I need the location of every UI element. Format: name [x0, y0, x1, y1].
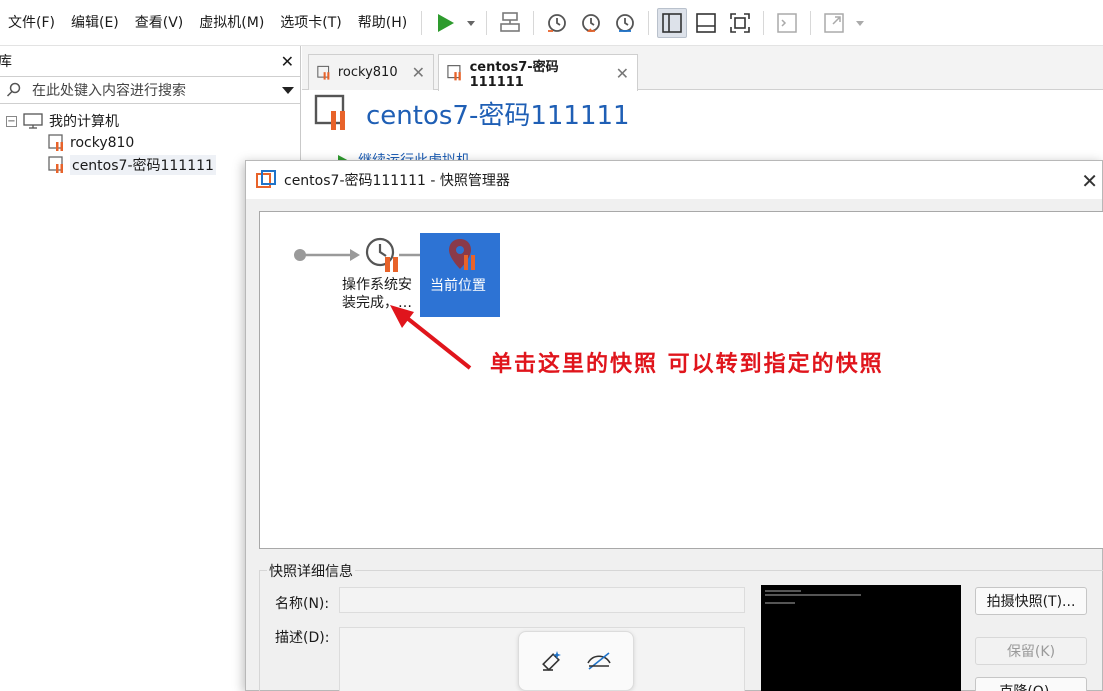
- send-keys-icon[interactable]: [495, 8, 525, 38]
- name-field[interactable]: [339, 587, 745, 613]
- toolbar-separator: [421, 10, 423, 35]
- toolbar-separator: [648, 10, 650, 35]
- play-icon[interactable]: [430, 8, 460, 38]
- location-pin-icon: [449, 239, 475, 270]
- dropdown-arrow-icon[interactable]: [464, 8, 478, 38]
- menu-view[interactable]: 查看(V): [127, 0, 192, 46]
- vm-icon: [447, 65, 461, 81]
- toolbar-separator: [763, 10, 765, 35]
- vm-icon: [48, 156, 63, 173]
- search-icon: [6, 82, 21, 97]
- console-view-icon[interactable]: [691, 8, 721, 38]
- dropdown-arrow-icon[interactable]: [853, 8, 867, 38]
- dialog-title: centos7-密码111111 - 快照管理器: [284, 173, 510, 189]
- snapshot-label-line1: 操作系统安: [342, 277, 412, 293]
- tab-centos7[interactable]: centos7-密码111111 ✕: [438, 54, 638, 91]
- tree-item-vm[interactable]: rocky810: [0, 132, 300, 154]
- current-position-label: 当前位置: [430, 278, 486, 294]
- snapshot-clock-icon: [365, 237, 398, 272]
- menu-help[interactable]: 帮助(H): [350, 0, 415, 46]
- search-placeholder: 在此处键入内容进行搜索: [32, 83, 186, 99]
- close-icon[interactable]: ✕: [1081, 169, 1098, 193]
- tree-label: 我的计算机: [49, 114, 119, 130]
- fullscreen-icon[interactable]: [725, 8, 755, 38]
- dialog-titlebar[interactable]: centos7-密码111111 - 快照管理器 ✕: [246, 161, 1102, 199]
- details-title: 快照详细信息: [267, 561, 355, 581]
- close-icon[interactable]: ✕: [616, 64, 629, 83]
- library-search[interactable]: 在此处键入内容进行搜索: [0, 76, 300, 104]
- close-icon[interactable]: ✕: [281, 52, 294, 71]
- take-snapshot-icon[interactable]: [542, 8, 572, 38]
- tab-label: centos7-密码111111: [469, 60, 559, 90]
- vm-large-icon: [314, 94, 345, 130]
- menu-edit[interactable]: 编辑(E): [63, 0, 127, 46]
- snapshot-node[interactable]: [364, 236, 402, 274]
- name-label: 名称(N):: [275, 596, 330, 612]
- snapshot-manager-dialog: centos7-密码111111 - 快照管理器 ✕ 操作系统安 装完成，… 当…: [245, 160, 1103, 691]
- library-title: 库: [0, 54, 12, 70]
- remove-watermark-icon[interactable]: [585, 649, 613, 673]
- magic-eraser-icon[interactable]: [539, 648, 565, 674]
- take-snapshot-button[interactable]: 拍摄快照(T)...: [975, 587, 1087, 615]
- tab-strip: rocky810 ✕ centos7-密码111111 ✕: [302, 46, 1103, 91]
- stretch-icon[interactable]: [819, 8, 849, 38]
- tab-label: rocky810: [337, 65, 398, 80]
- preview-console-text: [765, 590, 861, 604]
- menu-file[interactable]: 文件(F): [0, 0, 63, 46]
- chevron-down-icon[interactable]: [282, 85, 294, 95]
- annotation-arrow: [390, 305, 472, 370]
- tab-rocky810[interactable]: rocky810 ✕: [308, 54, 434, 90]
- vm-icon: [317, 65, 330, 80]
- vm-title: centos7-密码111111: [366, 100, 630, 131]
- tree-label: rocky810: [70, 135, 135, 151]
- menu-tabs[interactable]: 选项卡(T): [272, 0, 349, 46]
- description-label: 描述(D):: [275, 630, 330, 646]
- vmware-logo-icon: [256, 170, 276, 188]
- toolbar-separator: [486, 10, 488, 35]
- close-icon[interactable]: ✕: [412, 63, 425, 82]
- tree-label: centos7-密码111111: [70, 155, 216, 175]
- snapshot-tree-canvas[interactable]: 操作系统安 装完成，… 当前位置 单击这里的快照 可以转到指定的快照: [259, 211, 1103, 549]
- clone-button[interactable]: 克隆(O)...: [975, 677, 1087, 691]
- computer-icon: [23, 113, 43, 129]
- snapshot-details: 快照详细信息 名称(N): 描述(D): 拍摄快照(T)... 保留(K) 克隆…: [259, 561, 1103, 691]
- menu-vm[interactable]: 虚拟机(M): [191, 0, 272, 46]
- vm-icon: [48, 134, 63, 151]
- tree-item-my-computer[interactable]: − 我的计算机: [0, 110, 300, 132]
- snapshot-preview: [761, 585, 961, 691]
- floating-toolbar: [518, 631, 634, 691]
- toolbar-separator: [533, 10, 535, 35]
- annotation-text: 单击这里的快照 可以转到指定的快照: [490, 351, 884, 377]
- keep-button[interactable]: 保留(K): [975, 637, 1087, 665]
- toolbar-separator: [810, 10, 812, 35]
- terminal-icon[interactable]: [772, 8, 802, 38]
- library-header: 库 ✕: [0, 46, 300, 76]
- library-view-icon[interactable]: [657, 7, 688, 38]
- snapshot-manager-icon[interactable]: [610, 8, 640, 38]
- revert-snapshot-icon[interactable]: [576, 8, 606, 38]
- collapse-icon[interactable]: −: [6, 115, 17, 127]
- menu-bar: 文件(F) 编辑(E) 查看(V) 虚拟机(M) 选项卡(T) 帮助(H): [0, 0, 1103, 46]
- vm-header: centos7-密码111111: [302, 90, 1103, 136]
